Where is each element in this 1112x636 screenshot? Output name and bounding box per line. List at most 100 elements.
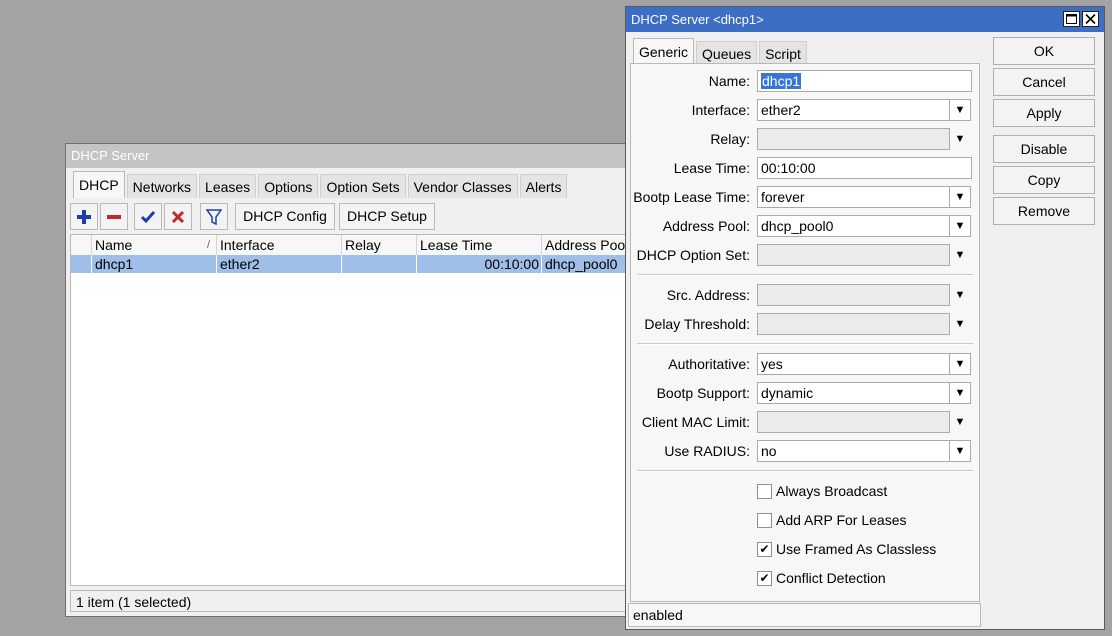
dropdown-arrow-icon: ▼ [954,104,966,116]
add-arp-for-leases-checkbox[interactable] [757,513,772,528]
dhcp-option-set-label: DHCP Option Set: [636,247,750,263]
dropdown-arrow-icon: ▼ [954,358,966,370]
dropdown-arrow-icon: ▼ [954,387,966,399]
use-framed-as-classless-label: Use Framed As Classless [776,541,937,557]
enable-button[interactable] [134,203,162,230]
column-header-marker [71,235,91,255]
table-header: Name / Interface Relay Lease Time Addres… [71,235,641,256]
use-radius-label: Use RADIUS: [664,443,750,459]
src-address-expand-icon[interactable]: ▼ [951,284,969,306]
add-button[interactable] [70,203,98,230]
tab-bar: DHCP Networks Leases Options Option Sets… [73,171,569,198]
relay-field[interactable] [757,128,950,150]
src-address-field[interactable] [757,284,950,306]
dhcp-config-button[interactable]: DHCP Config [235,203,335,230]
dhcp-server-dialog: DHCP Server <dhcp1> Generic Queues Scrip… [625,6,1105,630]
tab-script[interactable]: Script [759,41,807,65]
lease-time-label: Lease Time: [673,160,750,176]
bootp-lease-time-dropdown-button[interactable]: ▼ [949,186,971,208]
minus-icon [107,215,121,219]
bootp-support-dropdown-button[interactable]: ▼ [949,382,971,404]
name-value: dhcp1 [761,73,802,89]
column-header-relay[interactable]: Relay [341,235,416,255]
table-row[interactable]: dhcp1 ether2 00:10:00 dhcp_pool0 [71,255,641,273]
client-mac-limit-label: Client MAC Limit: [641,414,750,430]
delay-threshold-label: Delay Threshold: [644,316,750,332]
always-broadcast-checkbox[interactable] [757,484,772,499]
generic-panel: Name: dhcp1 Interface: ether2 ▼ Relay: ▼… [630,63,980,602]
client-mac-limit-expand-icon[interactable]: ▼ [951,411,969,433]
dialog-status-bar: enabled [628,603,981,627]
relay-expand-icon[interactable]: ▼ [951,128,969,150]
filter-button[interactable] [200,203,228,230]
tab-alerts[interactable]: Alerts [519,174,568,198]
remove-button[interactable]: Remove [993,197,1095,225]
bootp-lease-time-label: Bootp Lease Time: [633,189,750,205]
tab-vendor-classes[interactable]: Vendor Classes [407,174,518,198]
cell-interface: ether2 [216,255,341,273]
dropdown-arrow-icon: ▼ [954,191,966,203]
column-header-lease-time[interactable]: Lease Time [416,235,541,255]
dhcp-setup-button[interactable]: DHCP Setup [339,203,435,230]
address-pool-select[interactable]: dhcp_pool0 [757,215,950,237]
window-title: DHCP Server [66,144,644,168]
delay-threshold-field[interactable] [757,313,950,335]
x-icon [171,210,185,224]
delay-threshold-expand-icon[interactable]: ▼ [951,313,969,335]
authoritative-select[interactable]: yes [757,353,950,375]
check-icon [140,211,156,224]
client-mac-limit-field[interactable] [757,411,950,433]
separator [637,343,973,345]
add-arp-for-leases-label: Add ARP For Leases [776,512,907,528]
use-framed-as-classless-checkbox[interactable]: ✔ [757,542,772,557]
use-radius-dropdown-button[interactable]: ▼ [949,440,971,462]
use-radius-select[interactable]: no [757,440,950,462]
plus-icon [77,210,91,224]
dhcp-option-set-field[interactable] [757,244,950,266]
address-pool-dropdown-button[interactable]: ▼ [949,215,971,237]
dhcp-server-window: DHCP Server DHCP Networks Leases Options… [65,143,645,617]
cell-name: dhcp1 [91,255,216,273]
conflict-detection-label: Conflict Detection [776,570,886,586]
close-button[interactable] [1082,11,1099,27]
separator [637,274,973,276]
tab-networks[interactable]: Networks [126,174,198,198]
filter-icon [205,209,223,226]
cancel-button[interactable]: Cancel [993,68,1095,96]
checkmark-icon: ✔ [759,571,770,585]
apply-button[interactable]: Apply [993,99,1095,127]
interface-dropdown-button[interactable]: ▼ [949,99,971,121]
maximize-icon [1066,14,1077,24]
bootp-support-select[interactable]: dynamic [757,382,950,404]
separator [637,470,973,472]
copy-button[interactable]: Copy [993,166,1095,194]
disable-button[interactable] [164,203,192,230]
maximize-button[interactable] [1063,11,1080,27]
tab-dhcp[interactable]: DHCP [73,171,125,198]
tab-leases[interactable]: Leases [199,174,257,198]
tab-options[interactable]: Options [258,174,319,198]
dhcp-option-set-expand-icon[interactable]: ▼ [951,244,969,266]
remove-button[interactable] [100,203,128,230]
ok-button[interactable]: OK [993,37,1095,65]
column-header-name[interactable]: Name / [91,235,216,255]
src-address-label: Src. Address: [666,287,750,303]
servers-table: Name / Interface Relay Lease Time Addres… [70,234,642,586]
checkmark-icon: ✔ [759,542,770,556]
authoritative-dropdown-button[interactable]: ▼ [949,353,971,375]
dropdown-arrow-icon: ▼ [954,445,966,457]
bootp-lease-time-select[interactable]: forever [757,186,950,208]
status-bar: 1 item (1 selected) [70,590,642,612]
name-field[interactable]: dhcp1 [757,70,972,92]
column-header-interface[interactable]: Interface [216,235,341,255]
tab-queues[interactable]: Queues [696,41,758,65]
disable-button[interactable]: Disable [993,135,1095,163]
tab-generic[interactable]: Generic [633,38,695,65]
conflict-detection-checkbox[interactable]: ✔ [757,571,772,586]
tab-option-sets[interactable]: Option Sets [320,174,406,198]
authoritative-label: Authoritative: [668,356,750,372]
interface-select[interactable]: ether2 [757,99,950,121]
sort-indicator-icon: / [206,239,210,251]
cell-relay [341,255,416,273]
lease-time-field[interactable]: 00:10:00 [757,157,972,179]
